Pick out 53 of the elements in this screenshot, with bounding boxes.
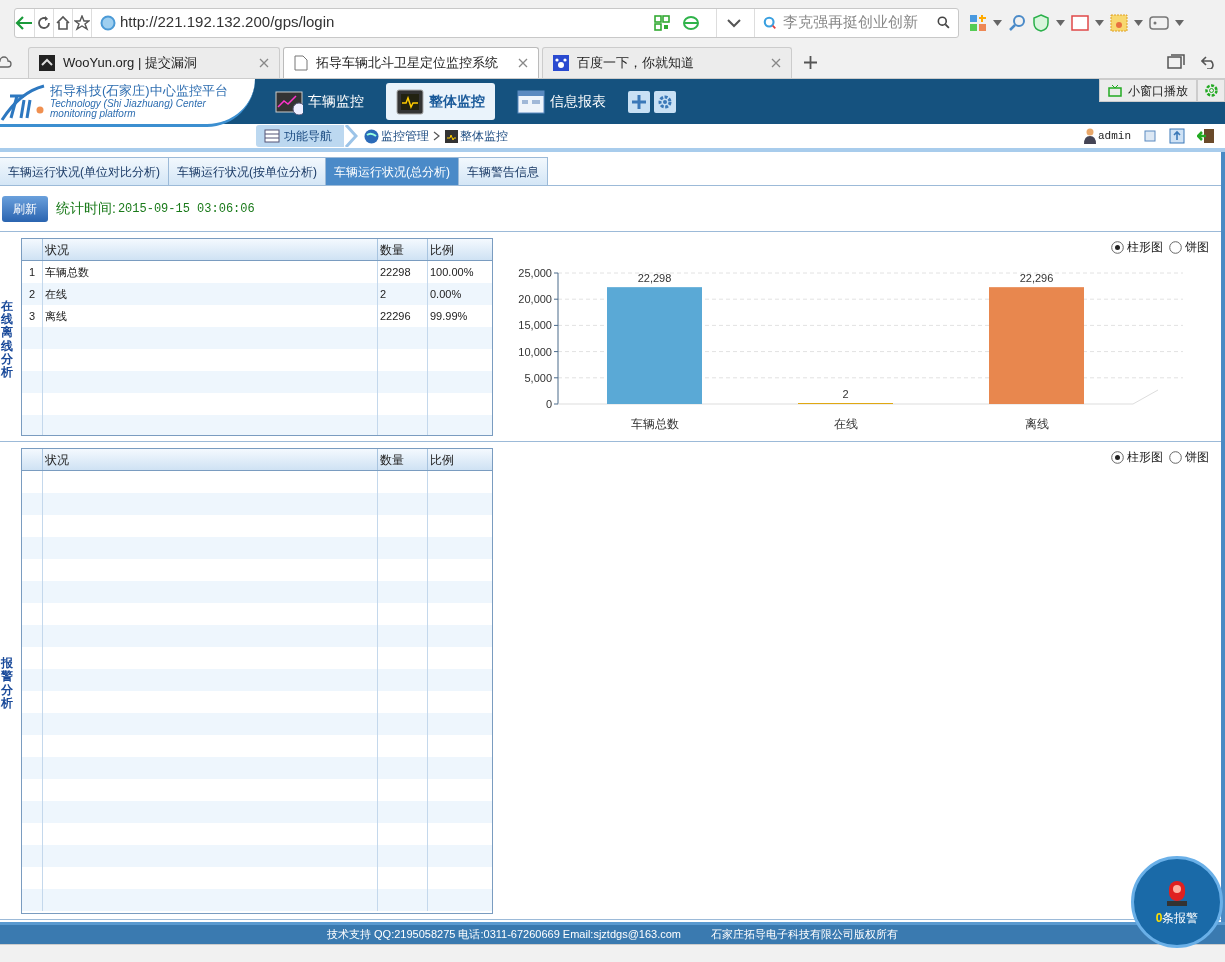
radio-option[interactable]: 饼图	[1169, 448, 1209, 466]
nav-tab[interactable]: 车辆监控	[265, 83, 374, 120]
breadcrumb-link[interactable]: 监控管理	[381, 127, 429, 145]
user-name[interactable]: admin	[1098, 127, 1131, 145]
logo-title: 拓导科技(石家庄)中心监控平台	[50, 84, 229, 97]
page-tab[interactable]: 车辆警告信息	[458, 157, 548, 185]
nav-menu-button[interactable]: 功能导航	[256, 125, 344, 147]
page-tab[interactable]: 车辆运行状况(按单位分析)	[168, 157, 326, 185]
category-label: 离线	[1024, 417, 1049, 431]
table-cell-text: 0.00%	[429, 286, 463, 302]
alarm-count: 0条报警	[1155, 910, 1199, 927]
support-info: 技术支持 QQ:2195058275 电话:0311-67260669 Email:sjztdgs@163.com	[327, 927, 681, 943]
axis-tick-label: 20,000	[518, 293, 552, 306]
stat-label: 统计时间:	[56, 199, 116, 218]
table-cell-text: 100.00%	[429, 264, 475, 280]
search-field[interactable]: 李克强再挺创业创新	[754, 8, 958, 37]
axis-tick-label: 10,000	[518, 345, 552, 358]
value-label: 22,298	[637, 272, 672, 285]
url-field[interactable]: http://221.192.132.200/gps/login	[120, 11, 650, 34]
category-label: 在线	[833, 417, 858, 431]
table-cell-text: 99.99%	[429, 308, 469, 324]
radio-option[interactable]: 柱形图	[1111, 238, 1163, 256]
browser-tab[interactable]: 拓导车辆北斗卫星定位监控系统	[283, 47, 539, 78]
section-title: 报警分析	[1, 657, 13, 710]
value-label: 22,296	[1019, 272, 1054, 285]
section-title: 在线离线分析	[1, 299, 13, 380]
alarm-button[interactable]: 0条报警	[1131, 856, 1223, 948]
category-label: 车辆总数	[630, 417, 679, 431]
copyright: 石家庄拓导电子科技有限公司版权所有	[711, 927, 898, 943]
axis-tick-label: 15,000	[518, 319, 552, 332]
value-label: 2	[842, 388, 849, 400]
column-header[interactable]: 数量	[378, 449, 428, 470]
column-header[interactable]: 状况	[43, 449, 378, 470]
browser-tab[interactable]: WooYun.org | 提交漏洞	[28, 47, 280, 78]
radio-option[interactable]: 柱形图	[1111, 448, 1163, 466]
logo-subtitle: Technology (Shi Jiazhuang) Center monitoring platform	[50, 99, 207, 119]
axis-tick-label: 25,000	[518, 267, 552, 279]
column-header[interactable]: 数量	[378, 239, 428, 260]
nav-tab[interactable]: 整体监控	[386, 83, 495, 120]
browser-tab[interactable]: 百度一下，你就知道	[542, 47, 792, 78]
page-tab[interactable]: 车辆运行状况(总分析)	[325, 157, 459, 185]
breadcrumb-link[interactable]: 整体监控	[460, 127, 508, 145]
column-header[interactable]: 状况	[43, 239, 378, 260]
column-header[interactable]: 比例	[428, 239, 492, 260]
mini-window-button[interactable]: 小窗口播放	[1099, 79, 1197, 102]
stat-time: 2015-09-15 03:06:06	[117, 200, 255, 218]
page-tab[interactable]: 车辆运行状况(单位对比分析)	[0, 157, 169, 185]
refresh-button[interactable]: 刷新	[2, 195, 48, 222]
nav-tab[interactable]: 信息报表	[507, 83, 616, 120]
column-header[interactable]: 比例	[428, 449, 492, 470]
axis-tick-label: 5,000	[524, 371, 552, 384]
radio-option[interactable]: 饼图	[1169, 238, 1209, 256]
axis-tick-label: 0	[545, 398, 552, 410]
